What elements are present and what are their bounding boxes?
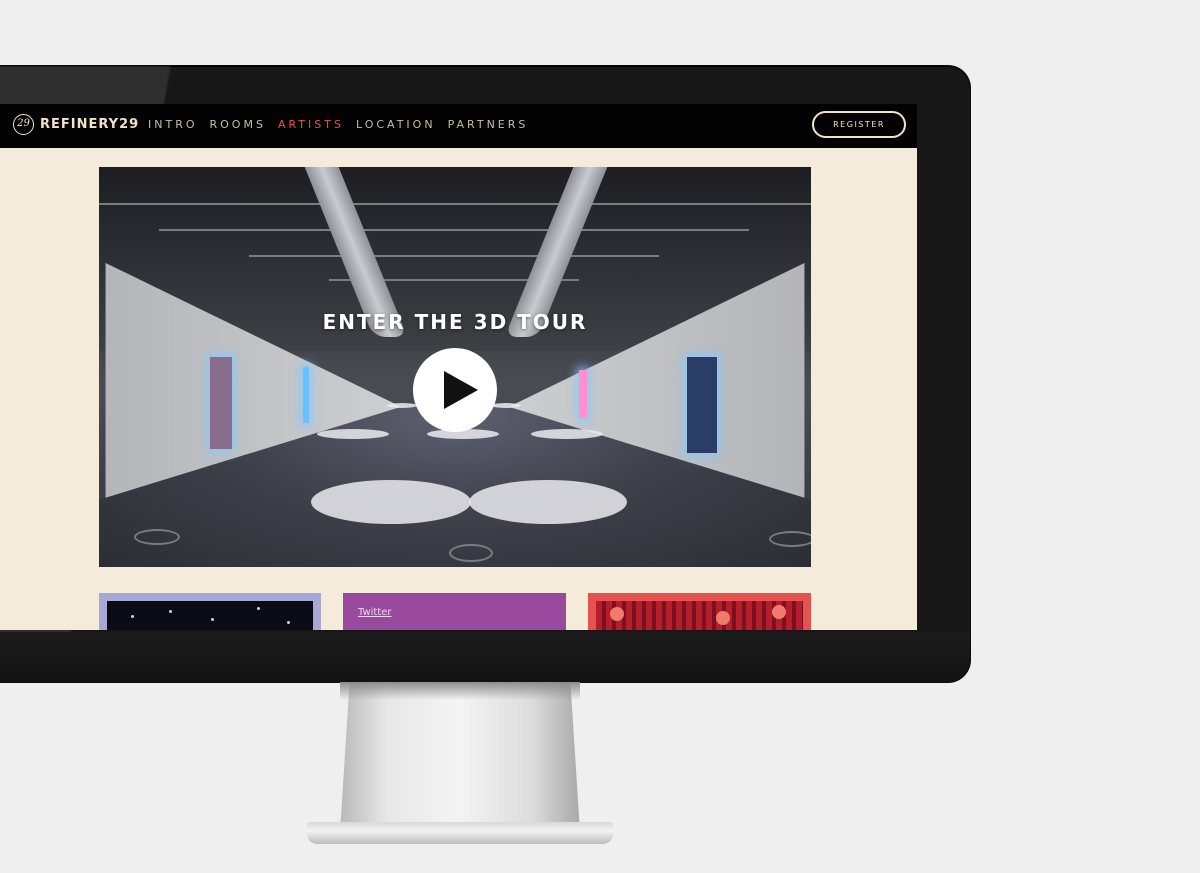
room-door: [579, 370, 587, 418]
star-dot: [131, 615, 134, 618]
monitor-stand-base: [307, 822, 613, 844]
artist-card[interactable]: [588, 593, 811, 630]
nav-item-artists[interactable]: ARTISTS: [278, 118, 344, 131]
floor-marker: [134, 529, 180, 545]
floor-spotlight: [387, 403, 417, 408]
star-dot: [211, 618, 214, 621]
logo-text: REFINERY29: [40, 117, 140, 132]
hero-video[interactable]: ENTER THE 3D TOUR: [99, 167, 811, 567]
star-dot: [287, 621, 290, 624]
floor-marker: [449, 544, 493, 562]
nav-menu: INTRO ROOMS ARTISTS LOCATION PARTNERS: [148, 118, 540, 131]
room-door: [303, 367, 309, 423]
nav-item-location[interactable]: LOCATION: [356, 118, 436, 131]
card-lamp: [716, 611, 730, 625]
monitor-frame: 29 REFINERY29 INTRO ROOMS ARTISTS LOCATI…: [0, 66, 970, 682]
site-navbar: 29 REFINERY29 INTRO ROOMS ARTISTS LOCATI…: [0, 104, 917, 148]
twitter-card[interactable]: Twitter: [343, 593, 566, 630]
ceiling-truss: [159, 229, 749, 231]
play-icon: [444, 371, 478, 409]
card-lamp: [772, 605, 786, 619]
floor-spotlight: [311, 480, 471, 524]
register-button[interactable]: REGISTER: [812, 111, 906, 138]
nav-item-intro[interactable]: INTRO: [148, 118, 198, 131]
nav-item-rooms[interactable]: ROOMS: [210, 118, 266, 131]
hero-title: ENTER THE 3D TOUR: [322, 310, 588, 334]
star-dot: [257, 607, 260, 610]
artist-card[interactable]: [99, 593, 321, 630]
floor-spotlight: [317, 429, 389, 439]
star-dot: [169, 610, 172, 613]
nav-item-partners[interactable]: PARTNERS: [448, 118, 529, 131]
ceiling-truss: [249, 255, 659, 257]
monitor-chin: [0, 632, 970, 682]
browser-screen: 29 REFINERY29 INTRO ROOMS ARTISTS LOCATI…: [0, 104, 917, 630]
room-door: [210, 357, 232, 449]
monitor-stand-neck: [340, 682, 580, 832]
floor-marker: [769, 531, 811, 547]
card-image: [107, 601, 313, 630]
floor-spotlight: [531, 429, 603, 439]
ceiling-truss: [99, 203, 811, 205]
card-image: [596, 601, 803, 630]
floor-spotlight: [491, 403, 521, 408]
stand-shadow: [340, 682, 580, 700]
floor-spotlight: [469, 480, 627, 524]
card-lamp: [610, 607, 624, 621]
twitter-link[interactable]: Twitter: [358, 607, 392, 618]
play-button[interactable]: [413, 348, 497, 432]
site-logo[interactable]: 29 REFINERY29: [13, 114, 139, 135]
logo-mark-icon: 29: [13, 114, 34, 135]
room-door: [687, 357, 717, 453]
